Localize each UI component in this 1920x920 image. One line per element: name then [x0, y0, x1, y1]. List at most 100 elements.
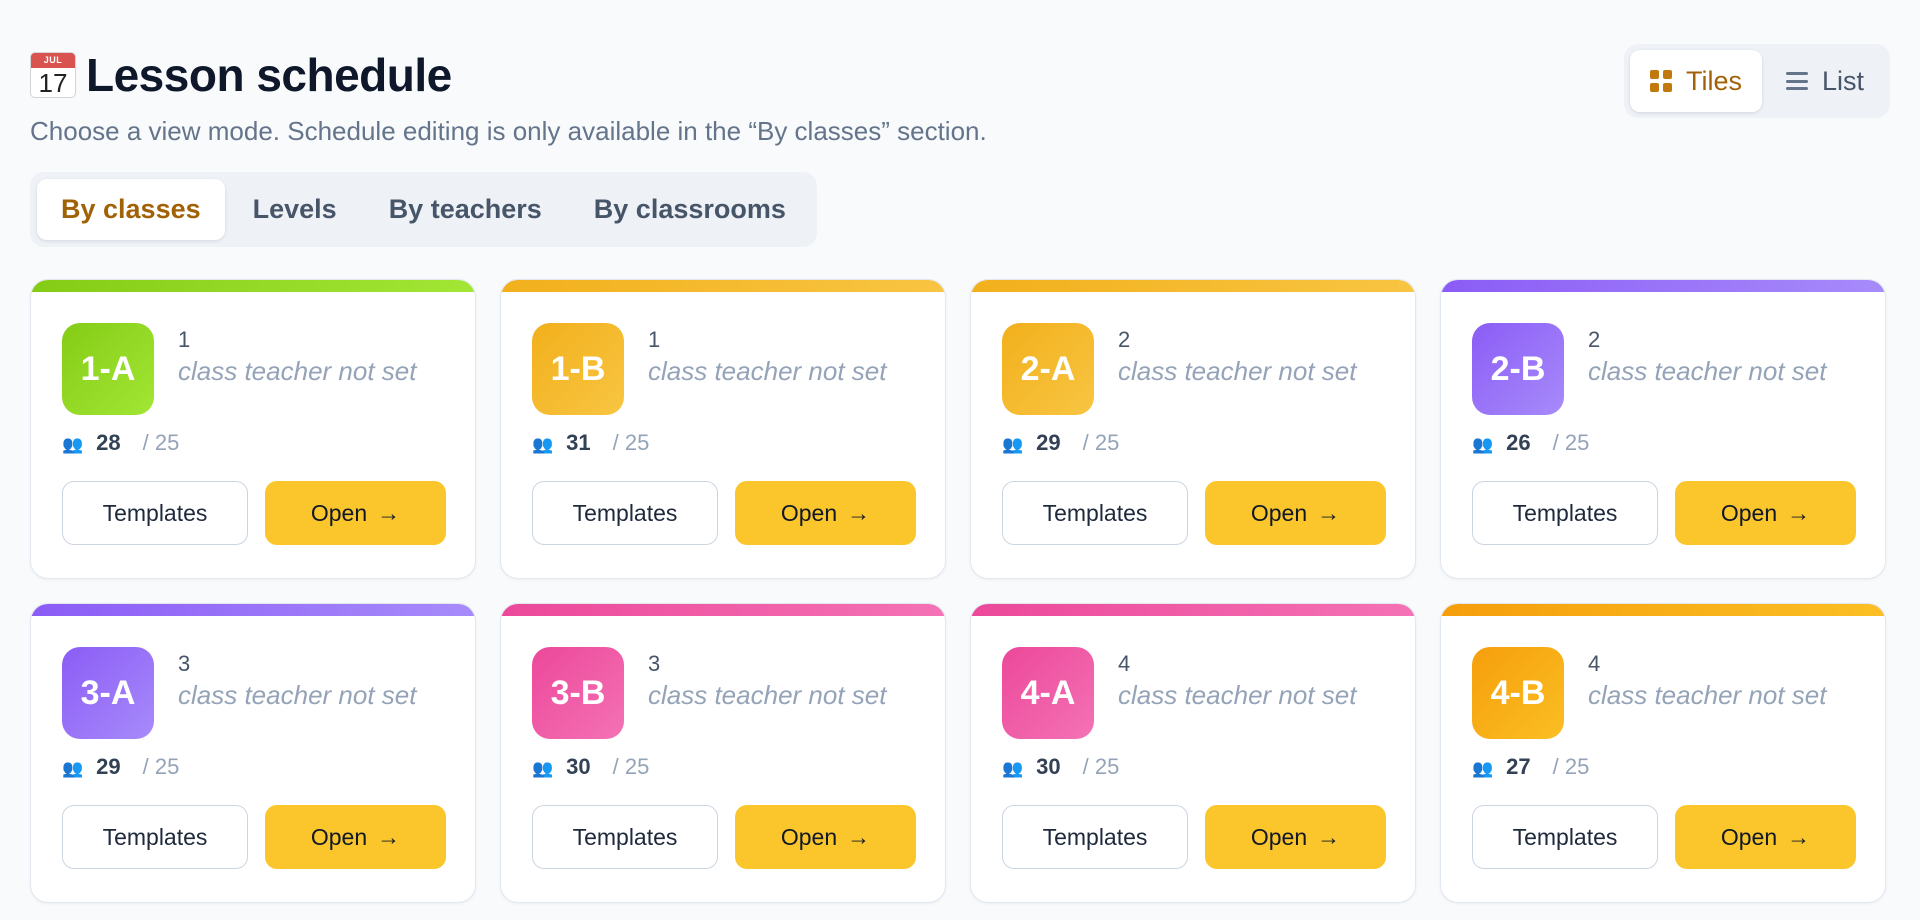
class-badge: 4-B [1472, 647, 1564, 739]
class-level: 4 [1588, 651, 1601, 676]
student-count: 30 [566, 754, 591, 779]
class-card: 2-B 2 class teacher not set 👥 26 / 25 Te… [1440, 279, 1886, 579]
student-stats: 👥 27 / 25 [1472, 754, 1589, 780]
open-button-label: Open [310, 823, 368, 850]
class-level: 3 [178, 651, 191, 676]
class-card: 4-A 4 class teacher not set 👥 30 / 25 Te… [970, 603, 1416, 903]
tab-by-classes[interactable]: By classes [37, 179, 225, 240]
class-level: 1 [648, 327, 661, 352]
people-icon: 👥 [1002, 759, 1023, 778]
class-badge: 4-A [1002, 647, 1094, 739]
templates-button[interactable]: Templates [532, 805, 718, 869]
arrow-right-icon: → [1317, 823, 1341, 850]
tab-levels[interactable]: Levels [229, 179, 361, 240]
templates-button[interactable]: Templates [1472, 481, 1658, 545]
student-stats: 👥 26 / 25 [1472, 430, 1589, 456]
open-button-label: Open [1720, 499, 1778, 526]
calendar-icon: JUL 17 [30, 52, 76, 98]
open-button[interactable]: Open → [265, 481, 446, 545]
class-teacher: class teacher not set [178, 680, 417, 710]
people-icon: 👥 [62, 435, 83, 454]
open-button[interactable]: Open → [1675, 481, 1856, 545]
class-level: 3 [648, 651, 661, 676]
templates-button[interactable]: Templates [62, 481, 248, 545]
card-color-bar [971, 280, 1415, 292]
arrow-right-icon: → [1787, 499, 1811, 526]
page-title: Lesson schedule [86, 49, 452, 101]
student-capacity: / 25 [612, 430, 650, 455]
view-mode-toggle: Tiles List [1623, 44, 1890, 118]
student-capacity: / 25 [1552, 430, 1590, 455]
student-count: 31 [566, 430, 591, 455]
templates-button[interactable]: Templates [62, 805, 248, 869]
calendar-icon-day: 17 [38, 68, 68, 98]
open-button[interactable]: Open → [735, 481, 916, 545]
arrow-right-icon: → [377, 499, 401, 526]
tiles-view-button[interactable]: Tiles [1629, 50, 1762, 112]
open-button-label: Open [780, 823, 838, 850]
class-teacher: class teacher not set [1118, 680, 1357, 710]
student-capacity: / 25 [142, 430, 180, 455]
student-count: 30 [1036, 754, 1061, 779]
class-cards-grid: 1-A 1 class teacher not set 👥 28 / 25 Te… [30, 279, 1886, 903]
open-button-label: Open [310, 499, 368, 526]
card-color-bar [31, 604, 475, 616]
student-count: 27 [1506, 754, 1531, 779]
open-button-label: Open [1720, 823, 1778, 850]
people-icon: 👥 [1002, 435, 1023, 454]
templates-button[interactable]: Templates [1002, 481, 1188, 545]
arrow-right-icon: → [847, 823, 871, 850]
class-teacher: class teacher not set [648, 680, 887, 710]
open-button[interactable]: Open → [735, 805, 916, 869]
people-icon: 👥 [1472, 759, 1493, 778]
class-level: 4 [1118, 651, 1131, 676]
class-badge: 3-B [532, 647, 624, 739]
templates-button[interactable]: Templates [532, 481, 718, 545]
list-view-button[interactable]: List [1766, 50, 1884, 112]
class-level: 2 [1118, 327, 1131, 352]
open-button[interactable]: Open → [1675, 805, 1856, 869]
people-icon: 👥 [1472, 435, 1493, 454]
student-count: 29 [1036, 430, 1061, 455]
class-teacher: class teacher not set [648, 356, 887, 386]
open-button-label: Open [1250, 499, 1308, 526]
class-badge: 3-A [62, 647, 154, 739]
templates-button[interactable]: Templates [1472, 805, 1658, 869]
arrow-right-icon: → [1787, 823, 1811, 850]
class-badge: 1-A [62, 323, 154, 415]
tab-by-classrooms[interactable]: By classrooms [570, 179, 810, 240]
class-teacher: class teacher not set [1588, 680, 1827, 710]
student-stats: 👥 29 / 25 [1002, 430, 1119, 456]
class-badge: 1-B [532, 323, 624, 415]
student-stats: 👥 31 / 25 [532, 430, 649, 456]
card-color-bar [501, 604, 945, 616]
open-button[interactable]: Open → [265, 805, 446, 869]
open-button[interactable]: Open → [1205, 481, 1386, 545]
templates-button[interactable]: Templates [1002, 805, 1188, 869]
student-capacity: / 25 [1552, 754, 1590, 779]
page-header: JUL 17 Lesson schedule Choose a view mod… [30, 48, 987, 147]
tiles-icon [1649, 70, 1672, 92]
open-button[interactable]: Open → [1205, 805, 1386, 869]
calendar-icon-month: JUL [31, 53, 75, 68]
tab-by-teachers[interactable]: By teachers [365, 179, 566, 240]
class-teacher: class teacher not set [1588, 356, 1827, 386]
class-card: 4-B 4 class teacher not set 👥 27 / 25 Te… [1440, 603, 1886, 903]
class-teacher: class teacher not set [1118, 356, 1357, 386]
class-card: 1-B 1 class teacher not set 👥 31 / 25 Te… [500, 279, 946, 579]
student-capacity: / 25 [142, 754, 180, 779]
section-tabs: By classes Levels By teachers By classro… [30, 172, 817, 247]
class-badge: 2-B [1472, 323, 1564, 415]
title-row: JUL 17 Lesson schedule [30, 48, 987, 102]
open-button-label: Open [780, 499, 838, 526]
student-stats: 👥 30 / 25 [1002, 754, 1119, 780]
card-color-bar [31, 280, 475, 292]
arrow-right-icon: → [1317, 499, 1341, 526]
class-card: 1-A 1 class teacher not set 👥 28 / 25 Te… [30, 279, 476, 579]
student-count: 26 [1506, 430, 1531, 455]
class-card: 3-B 3 class teacher not set 👥 30 / 25 Te… [500, 603, 946, 903]
page-subtitle: Choose a view mode. Schedule editing is … [30, 116, 987, 146]
card-color-bar [1441, 604, 1885, 616]
people-icon: 👥 [532, 759, 553, 778]
student-count: 28 [96, 430, 121, 455]
